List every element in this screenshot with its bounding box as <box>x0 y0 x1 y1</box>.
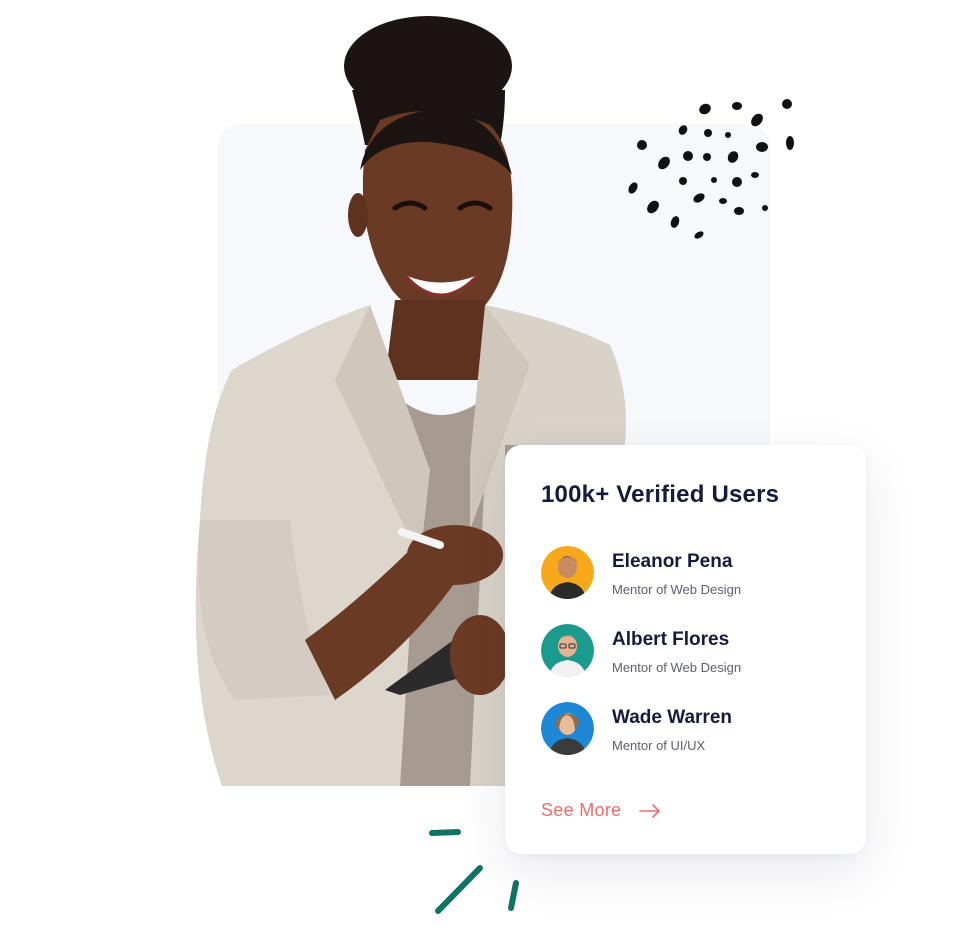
user-name: Albert Flores <box>612 629 730 650</box>
card-title: 100k+ Verified Users <box>541 481 780 508</box>
see-more-link[interactable]: See More <box>541 800 661 821</box>
see-more-label: See More <box>541 800 622 820</box>
arrow-right-icon <box>639 803 661 818</box>
user-item-wade-warren[interactable]: Wade Warren Mentor of UI/UX <box>541 702 841 756</box>
user-avatar-icon <box>541 624 594 677</box>
decorative-dots-icon <box>628 99 794 239</box>
user-name: Wade Warren <box>612 707 733 728</box>
user-role: Mentor of UI/UX <box>612 738 706 753</box>
user-role: Mentor of Web Design <box>612 582 742 597</box>
hero-illustration: 100k+ Verified Users Eleanor Pena Mentor… <box>0 0 969 936</box>
user-role: Mentor of Web Design <box>612 660 742 675</box>
verified-users-card: 100k+ Verified Users Eleanor Pena Mentor… <box>505 445 866 854</box>
user-item-eleanor-pena[interactable]: Eleanor Pena Mentor of Web Design <box>541 546 841 600</box>
user-item-albert-flores[interactable]: Albert Flores Mentor of Web Design <box>541 624 841 678</box>
user-avatar-icon <box>541 702 594 755</box>
user-avatar-icon <box>541 546 594 599</box>
user-name: Eleanor Pena <box>612 551 733 572</box>
